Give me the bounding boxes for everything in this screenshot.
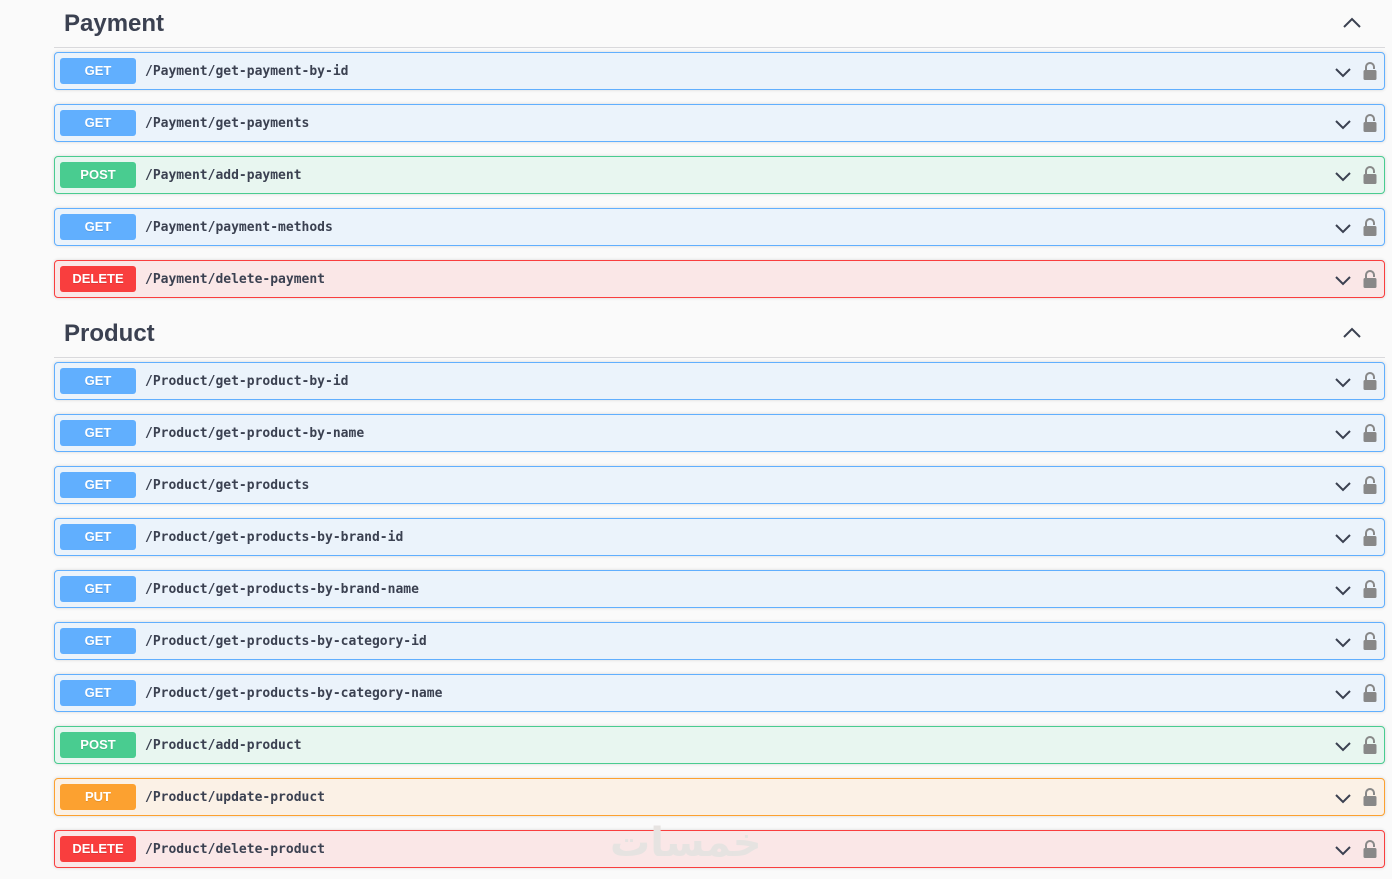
operations-list: GET/Payment/get-payment-by-id GET/Payment…: [54, 48, 1385, 298]
lock-icon[interactable]: [1362, 269, 1378, 289]
section-title: Product: [64, 320, 155, 347]
chevron-down-icon[interactable]: [1334, 581, 1352, 599]
chevron-down-icon[interactable]: [1334, 425, 1352, 443]
operation-row[interactable]: GET/Payment/get-payment-by-id: [54, 52, 1385, 90]
endpoint-path: /Product/add-product: [145, 738, 302, 753]
lock-icon[interactable]: [1362, 579, 1378, 599]
endpoint-path: /Product/get-product-by-name: [145, 426, 365, 441]
endpoint-path: /Product/delete-product: [145, 842, 326, 857]
endpoint-path: /Payment/get-payment-by-id: [145, 64, 349, 79]
method-badge: GET: [60, 524, 136, 550]
method-badge: POST: [60, 162, 136, 188]
method-badge: PUT: [60, 784, 136, 810]
chevron-down-icon[interactable]: [1334, 633, 1352, 651]
lock-icon[interactable]: [1362, 165, 1378, 185]
operation-row[interactable]: GET/Product/get-products-by-category-nam…: [54, 674, 1385, 712]
chevron-down-icon[interactable]: [1334, 737, 1352, 755]
operation-row[interactable]: DELETE/Product/delete-product: [54, 830, 1385, 868]
endpoint-path: /Payment/get-payments: [145, 116, 310, 131]
lock-icon[interactable]: [1362, 423, 1378, 443]
operation-row[interactable]: PUT/Product/update-product: [54, 778, 1385, 816]
operation-row[interactable]: GET/Product/get-products-by-brand-id: [54, 518, 1385, 556]
section-header-payment[interactable]: Payment: [54, 0, 1385, 48]
endpoint-path: /Payment/delete-payment: [145, 272, 326, 287]
operation-row[interactable]: GET/Payment/payment-methods: [54, 208, 1385, 246]
chevron-up-icon[interactable]: [1341, 322, 1363, 344]
endpoint-path: /Product/get-products: [145, 478, 310, 493]
method-badge: GET: [60, 680, 136, 706]
endpoint-path: /Product/update-product: [145, 790, 326, 805]
operation-row[interactable]: POST/Payment/add-payment: [54, 156, 1385, 194]
endpoint-path: /Product/get-products-by-category-id: [145, 634, 427, 649]
section-title: Payment: [64, 10, 165, 37]
lock-icon[interactable]: [1362, 683, 1378, 703]
chevron-up-icon[interactable]: [1341, 12, 1363, 34]
operation-row[interactable]: GET/Product/get-product-by-name: [54, 414, 1385, 452]
operation-row[interactable]: GET/Product/get-products-by-brand-name: [54, 570, 1385, 608]
operation-row[interactable]: GET/Payment/get-payments: [54, 104, 1385, 142]
endpoint-path: /Product/get-products-by-brand-id: [145, 530, 404, 545]
chevron-down-icon[interactable]: [1334, 789, 1352, 807]
chevron-down-icon[interactable]: [1334, 271, 1352, 289]
section-product: Product GET/Product/get-product-by-id GET…: [54, 310, 1385, 879]
lock-icon[interactable]: [1362, 735, 1378, 755]
method-badge: GET: [60, 420, 136, 446]
method-badge: GET: [60, 472, 136, 498]
chevron-down-icon[interactable]: [1334, 529, 1352, 547]
method-badge: POST: [60, 732, 136, 758]
method-badge: GET: [60, 58, 136, 84]
operation-row[interactable]: GET/Product/get-products-by-category-id: [54, 622, 1385, 660]
swagger-page: Payment GET/Payment/get-payment-by-id GET…: [0, 0, 1392, 879]
endpoint-path: /Payment/payment-methods: [145, 220, 333, 235]
chevron-down-icon[interactable]: [1334, 477, 1352, 495]
method-badge: DELETE: [60, 836, 136, 862]
chevron-down-icon[interactable]: [1334, 373, 1352, 391]
operation-row[interactable]: DELETE/Payment/delete-payment: [54, 260, 1385, 298]
endpoint-path: /Payment/add-payment: [145, 168, 302, 183]
endpoint-path: /Product/get-product-by-id: [145, 374, 349, 389]
lock-icon[interactable]: [1362, 631, 1378, 651]
lock-icon[interactable]: [1362, 527, 1378, 547]
lock-icon[interactable]: [1362, 61, 1378, 81]
operation-row[interactable]: GET/Product/get-products: [54, 466, 1385, 504]
method-badge: GET: [60, 368, 136, 394]
operations-list: GET/Product/get-product-by-id GET/Product…: [54, 358, 1385, 868]
method-badge: GET: [60, 110, 136, 136]
endpoint-path: /Product/get-products-by-category-name: [145, 686, 443, 701]
chevron-down-icon[interactable]: [1334, 167, 1352, 185]
chevron-down-icon[interactable]: [1334, 841, 1352, 859]
chevron-down-icon[interactable]: [1334, 63, 1352, 81]
lock-icon[interactable]: [1362, 475, 1378, 495]
method-badge: DELETE: [60, 266, 136, 292]
section-header-product[interactable]: Product: [54, 310, 1385, 358]
chevron-down-icon[interactable]: [1334, 685, 1352, 703]
endpoint-path: /Product/get-products-by-brand-name: [145, 582, 419, 597]
chevron-down-icon[interactable]: [1334, 115, 1352, 133]
section-payment: Payment GET/Payment/get-payment-by-id GET…: [54, 0, 1385, 312]
chevron-down-icon[interactable]: [1334, 219, 1352, 237]
operation-row[interactable]: GET/Product/get-product-by-id: [54, 362, 1385, 400]
lock-icon[interactable]: [1362, 217, 1378, 237]
operation-row[interactable]: POST/Product/add-product: [54, 726, 1385, 764]
method-badge: GET: [60, 628, 136, 654]
lock-icon[interactable]: [1362, 839, 1378, 859]
lock-icon[interactable]: [1362, 113, 1378, 133]
method-badge: GET: [60, 214, 136, 240]
lock-icon[interactable]: [1362, 787, 1378, 807]
lock-icon[interactable]: [1362, 371, 1378, 391]
method-badge: GET: [60, 576, 136, 602]
